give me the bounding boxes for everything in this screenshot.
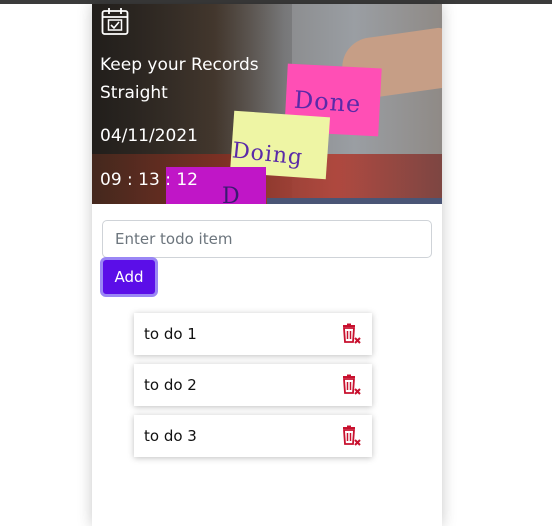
todo-input[interactable] (102, 220, 432, 258)
todo-list-item: to do 2 (134, 364, 372, 406)
done-note-text: Done (293, 85, 363, 119)
todo-item-label: to do 2 (144, 376, 197, 394)
app-title: Keep your Records Straight (100, 55, 259, 103)
todo-list-item: to do 3 (134, 415, 372, 457)
todo-item-label: to do 1 (144, 325, 197, 343)
todo-card: Done Doing D Keep your Records Straight … (92, 4, 442, 526)
todo-list-item: to do 1 (134, 313, 372, 355)
add-button[interactable]: Add (100, 257, 158, 297)
calendar-check-icon (101, 8, 129, 35)
header-banner: Done Doing D Keep your Records Straight … (92, 4, 442, 204)
current-time: 09 : 13 : 12 (100, 170, 198, 190)
todo-item-label: to do 3 (144, 427, 197, 445)
delete-icon[interactable] (340, 425, 362, 447)
purple-note-text: D (222, 184, 241, 204)
delete-icon[interactable] (340, 323, 362, 345)
banner-stripe (267, 198, 442, 204)
current-date: 04/11/2021 (100, 126, 198, 146)
delete-icon[interactable] (340, 374, 362, 396)
